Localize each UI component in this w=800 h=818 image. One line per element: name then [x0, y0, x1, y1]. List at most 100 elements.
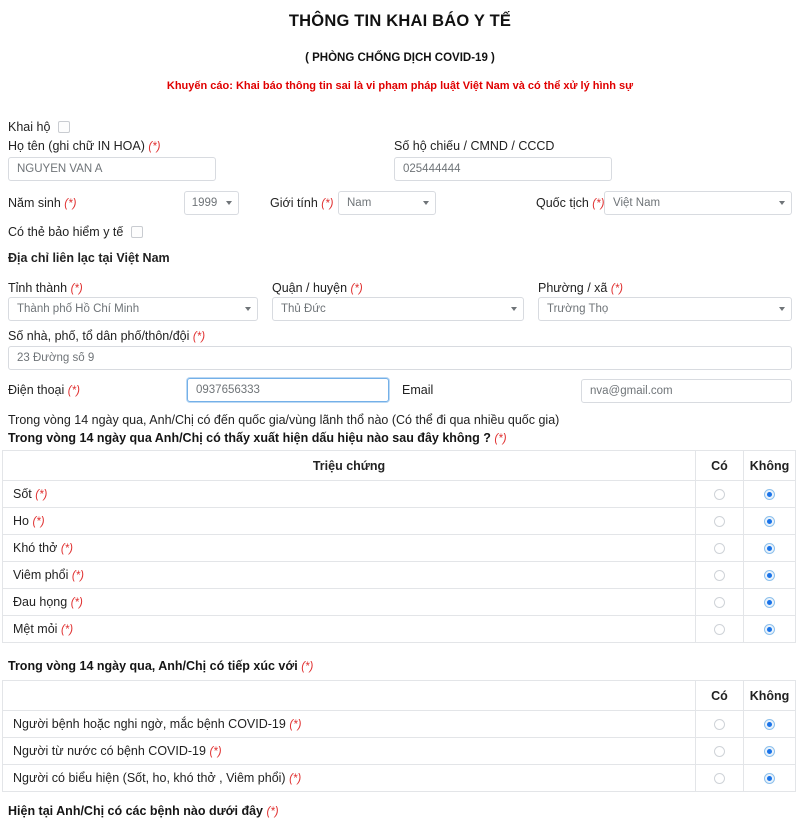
- contact-yes-cell[interactable]: [695, 737, 744, 765]
- symptom-yes-cell[interactable]: [695, 534, 744, 562]
- radio-no[interactable]: [764, 597, 775, 609]
- district-required-mark: (*): [350, 283, 363, 295]
- contact-label: Người từ nước có bệnh COVID-19: [13, 744, 206, 758]
- symptom-no-cell[interactable]: [743, 480, 796, 508]
- symptom-yes-cell[interactable]: [695, 507, 744, 535]
- symptom-label-cell: Khó thở (*): [2, 534, 696, 562]
- symptom-no-cell[interactable]: [743, 588, 796, 616]
- contacts-col-name: [2, 680, 696, 711]
- birthyear-select[interactable]: 1999: [184, 191, 239, 215]
- contacts-col-yes: Có: [695, 680, 744, 711]
- contacts-table: Có Không Người bệnh hoặc nghi ngờ, mắc b…: [2, 680, 796, 792]
- symptom-yes-cell[interactable]: [695, 561, 744, 589]
- radio-no[interactable]: [764, 543, 775, 555]
- street-input[interactable]: [8, 346, 792, 370]
- radio-no[interactable]: [764, 719, 775, 731]
- insurance-label: Có thẻ bảo hiểm y tế: [8, 225, 124, 239]
- contact-label-cell: Người từ nước có bệnh COVID-19 (*): [2, 737, 696, 765]
- contact-yes-cell[interactable]: [695, 764, 744, 792]
- radio-yes[interactable]: [714, 719, 725, 731]
- radio-yes[interactable]: [714, 543, 725, 555]
- radio-yes[interactable]: [714, 773, 725, 785]
- symptom-label: Khó thở: [13, 541, 58, 555]
- passport-input[interactable]: [394, 157, 612, 181]
- ward-select[interactable]: Trường Thọ: [538, 297, 792, 321]
- contacts-table-wrap: Có Không Người bệnh hoặc nghi ngờ, mắc b…: [2, 680, 796, 792]
- symptoms-table-body: Sốt (*) Ho (*) Khó thở (*) Viêm phổi (*): [2, 480, 796, 643]
- symptom-label-cell: Ho (*): [2, 507, 696, 535]
- district-label: Quận / huyện: [272, 281, 348, 295]
- email-label: Email: [402, 383, 434, 397]
- legal-warning: Khuyến cáo: Khai báo thông tin sai là vi…: [166, 80, 634, 92]
- radio-no[interactable]: [764, 624, 775, 636]
- ward-value: Trường Thọ: [547, 303, 609, 315]
- symptom-label-cell: Mệt mỏi (*): [2, 615, 696, 643]
- phone-required-mark: (*): [67, 385, 80, 397]
- radio-no[interactable]: [764, 489, 775, 501]
- contacts-col-no: Không: [743, 680, 796, 711]
- passport-label: Số hộ chiếu / CMND / CCCD: [394, 139, 555, 153]
- gender-label-wrap: Giới tính (*): [270, 196, 333, 210]
- radio-no[interactable]: [764, 570, 775, 582]
- diseases-question-wrap: Hiện tại Anh/Chị có các bệnh nào dưới đâ…: [8, 804, 279, 818]
- radio-no[interactable]: [764, 773, 775, 785]
- province-value: Thành phố Hồ Chí Minh: [17, 303, 140, 315]
- radio-yes[interactable]: [714, 624, 725, 636]
- symptom-no-cell[interactable]: [743, 507, 796, 535]
- radio-yes[interactable]: [714, 570, 725, 582]
- table-row: Ho (*): [2, 507, 796, 535]
- fullname-label-wrap: Họ tên (ghi chữ IN HOA) (*): [8, 139, 161, 153]
- required-mark: (*): [289, 773, 302, 785]
- symptom-no-cell[interactable]: [743, 534, 796, 562]
- table-row: Mệt mỏi (*): [2, 615, 796, 643]
- declare-for-other-label: Khai hộ: [8, 120, 51, 134]
- symptom-yes-cell[interactable]: [695, 615, 744, 643]
- contact-yes-cell[interactable]: [695, 710, 744, 738]
- contact-label-cell: Người có biểu hiện (Sốt, ho, khó thở , V…: [2, 764, 696, 792]
- contact-no-cell[interactable]: [743, 764, 796, 792]
- symptom-no-cell[interactable]: [743, 561, 796, 589]
- travel-question: Trong vòng 14 ngày qua, Anh/Chị có đến q…: [8, 413, 560, 427]
- radio-yes[interactable]: [714, 746, 725, 758]
- declare-for-other-checkbox[interactable]: [58, 121, 71, 133]
- required-mark: (*): [70, 597, 83, 609]
- symptom-yes-cell[interactable]: [695, 588, 744, 616]
- symptoms-required-mark: (*): [494, 433, 507, 445]
- symptom-label: Sốt: [13, 487, 32, 501]
- email-label-wrap: Email: [402, 383, 433, 397]
- radio-yes[interactable]: [714, 516, 725, 528]
- district-label-wrap: Quận / huyện (*): [272, 281, 363, 295]
- phone-label-wrap: Điện thoại (*): [8, 383, 80, 397]
- required-mark: (*): [35, 489, 48, 501]
- required-mark: (*): [32, 516, 45, 528]
- contact-no-cell[interactable]: [743, 710, 796, 738]
- province-select[interactable]: Thành phố Hồ Chí Minh: [8, 297, 258, 321]
- birthyear-required-mark: (*): [64, 198, 77, 210]
- phone-input[interactable]: [187, 378, 389, 402]
- symptom-no-cell[interactable]: [743, 615, 796, 643]
- contact-no-cell[interactable]: [743, 737, 796, 765]
- radio-no[interactable]: [764, 516, 775, 528]
- radio-yes[interactable]: [714, 597, 725, 609]
- insurance-checkbox[interactable]: [131, 226, 144, 238]
- symptom-yes-cell[interactable]: [695, 480, 744, 508]
- contacts-table-header-row: Có Không: [2, 680, 796, 711]
- contact-label: Người bệnh hoặc nghi ngờ, mắc bệnh COVID…: [13, 717, 286, 731]
- nationality-select[interactable]: Việt Nam: [604, 191, 792, 215]
- symptoms-question: Trong vòng 14 ngày qua Anh/Chị có thấy x…: [8, 431, 491, 445]
- symptom-label-cell: Viêm phổi (*): [2, 561, 696, 589]
- fullname-input[interactable]: [8, 157, 216, 181]
- radio-no[interactable]: [764, 746, 775, 758]
- symptoms-col-no: Không: [743, 450, 796, 481]
- symptom-label-cell: Sốt (*): [2, 480, 696, 508]
- symptom-label: Mệt mỏi: [13, 622, 58, 636]
- district-select[interactable]: Thủ Đức: [272, 297, 524, 321]
- nationality-value: Việt Nam: [613, 197, 661, 209]
- gender-select[interactable]: Nam: [338, 191, 436, 215]
- table-row: Người có biểu hiện (Sốt, ho, khó thở , V…: [2, 764, 796, 792]
- email-input[interactable]: [581, 379, 792, 403]
- birthyear-value: 1999: [191, 197, 218, 209]
- radio-yes[interactable]: [714, 489, 725, 501]
- symptoms-col-yes: Có: [695, 450, 744, 481]
- birthyear-label: Năm sinh: [8, 196, 61, 210]
